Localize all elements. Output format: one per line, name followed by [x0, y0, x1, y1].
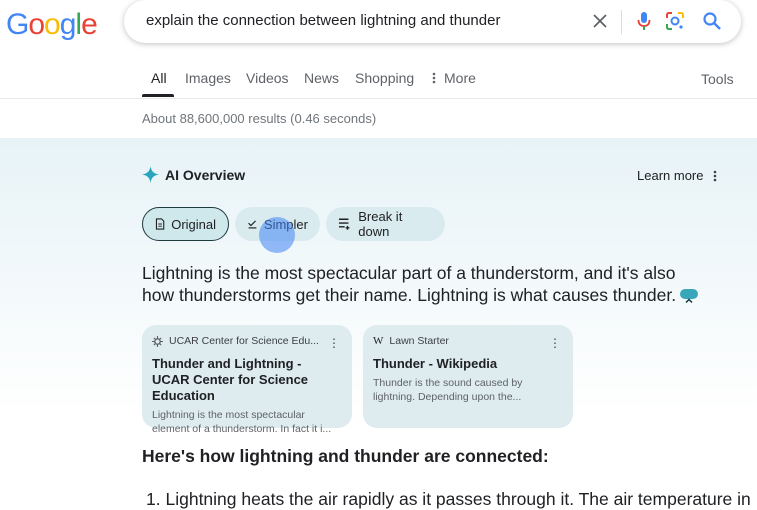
card-source-name: UCAR Center for Science Edu... [169, 335, 319, 347]
active-tab-indicator [142, 94, 174, 97]
ai-sparkle-icon [142, 166, 159, 183]
ai-overview-header: AI Overview [142, 166, 245, 183]
tabs-divider [0, 98, 757, 99]
tab-more-label: More [444, 70, 476, 86]
search-box-divider [621, 10, 622, 34]
tab-news[interactable]: News [304, 70, 339, 86]
click-indicator [259, 217, 295, 253]
break-it-down-chip-label: Break it down [358, 209, 403, 239]
card-source-name: Lawn Starter [389, 335, 449, 347]
tab-all[interactable]: All [151, 70, 167, 86]
tab-shopping[interactable]: Shopping [355, 70, 414, 86]
citation-toggle[interactable] [680, 289, 699, 304]
wikipedia-favicon: W [373, 335, 384, 347]
connected-heading: Here's how lightning and thunder are con… [142, 446, 549, 466]
card-source: W Lawn Starter [373, 335, 563, 347]
card-snippet: Thunder is the sound caused by lightning… [373, 377, 523, 403]
list-icon [338, 218, 350, 230]
more-vert-icon [432, 72, 436, 84]
tab-videos[interactable]: Videos [246, 70, 289, 86]
result-stats: About 88,600,000 results (0.46 seconds) [142, 111, 377, 126]
more-vert-icon [714, 170, 717, 181]
card-source: UCAR Center for Science Edu... [152, 335, 342, 347]
source-card-ucar[interactable]: UCAR Center for Science Edu... ⋮ Thunder… [142, 325, 352, 435]
ucar-favicon [152, 335, 163, 347]
chevron-up-icon [685, 298, 693, 304]
ai-overview-summary: Lightning is the most spectacular part o… [142, 262, 702, 306]
microphone-icon[interactable] [633, 10, 655, 32]
search-query-text[interactable]: explain the connection between lightning… [146, 12, 500, 29]
search-icon[interactable] [701, 10, 723, 32]
learn-more-label: Learn more [637, 168, 704, 183]
break-it-down-chip[interactable]: Break it down [326, 207, 445, 241]
search-box[interactable]: explain the connection between lightning… [124, 0, 741, 43]
card-title[interactable]: Thunder - Wikipedia [373, 356, 563, 372]
google-lens-icon[interactable] [664, 10, 686, 32]
list-item-number: 1. [146, 489, 161, 509]
card-more-icon[interactable]: ⋮ [328, 336, 340, 350]
source-card-wikipedia[interactable]: W Lawn Starter ⋮ Thunder - Wikipedia Thu… [363, 325, 573, 428]
clear-icon[interactable] [589, 10, 611, 32]
learn-more-button[interactable]: Learn more [637, 168, 717, 183]
list-item: 1. Lightning heats the air rapidly as it… [146, 489, 751, 510]
card-title[interactable]: Thunder and Lightning - UCAR Center for … [152, 356, 342, 404]
tab-more[interactable]: More [432, 70, 476, 86]
ai-overview-title: AI Overview [165, 166, 246, 183]
document-icon [155, 218, 165, 230]
card-more-icon[interactable]: ⋮ [549, 336, 561, 350]
simplify-check-icon [248, 220, 257, 229]
tools-button[interactable]: Tools [701, 71, 734, 87]
google-logo[interactable]: Google [6, 7, 98, 43]
card-snippet: Lightning is the most spectacular elemen… [152, 409, 332, 435]
tab-images[interactable]: Images [185, 70, 231, 86]
ai-summary-text: Lightning is the most spectacular part o… [142, 263, 677, 305]
list-item-text: Lightning heats the air rapidly as it pa… [165, 489, 751, 509]
original-chip[interactable]: Original [142, 207, 229, 241]
original-chip-label: Original [171, 216, 216, 232]
